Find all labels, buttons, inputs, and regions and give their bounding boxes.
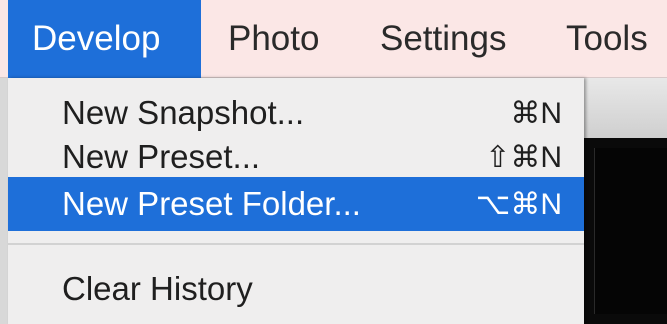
menu-item-label: New Snapshot... [62,94,305,131]
background-toolbar [584,78,667,138]
menu-item-new-preset[interactable]: New Preset... ⇧⌘N [8,130,584,184]
background-panel [594,148,667,314]
menu-item-label: Clear History [62,270,253,307]
background-app-window [584,78,667,324]
develop-dropdown-menu: New Snapshot... ⌘N New Preset... ⇧⌘N New… [8,78,584,324]
menu-bar: Develop Photo Settings Tools [0,0,667,78]
menu-separator [8,243,584,245]
menu-item-clear-history[interactable]: Clear History [8,262,584,316]
menu-tools[interactable]: Tools [566,0,648,78]
menu-item-shortcut: ⌥⌘N [475,187,562,221]
menu-item-new-preset-folder[interactable]: New Preset Folder... ⌥⌘N [8,177,584,231]
menu-item-label: New Preset... [62,138,261,175]
menu-item-shortcut: ⌘N [510,96,562,130]
menu-settings[interactable]: Settings [380,0,506,78]
menu-photo[interactable]: Photo [228,0,319,78]
menu-develop[interactable]: Develop [8,0,201,78]
menu-item-label: New Preset Folder... [62,185,361,222]
menu-item-shortcut: ⇧⌘N [485,140,562,174]
